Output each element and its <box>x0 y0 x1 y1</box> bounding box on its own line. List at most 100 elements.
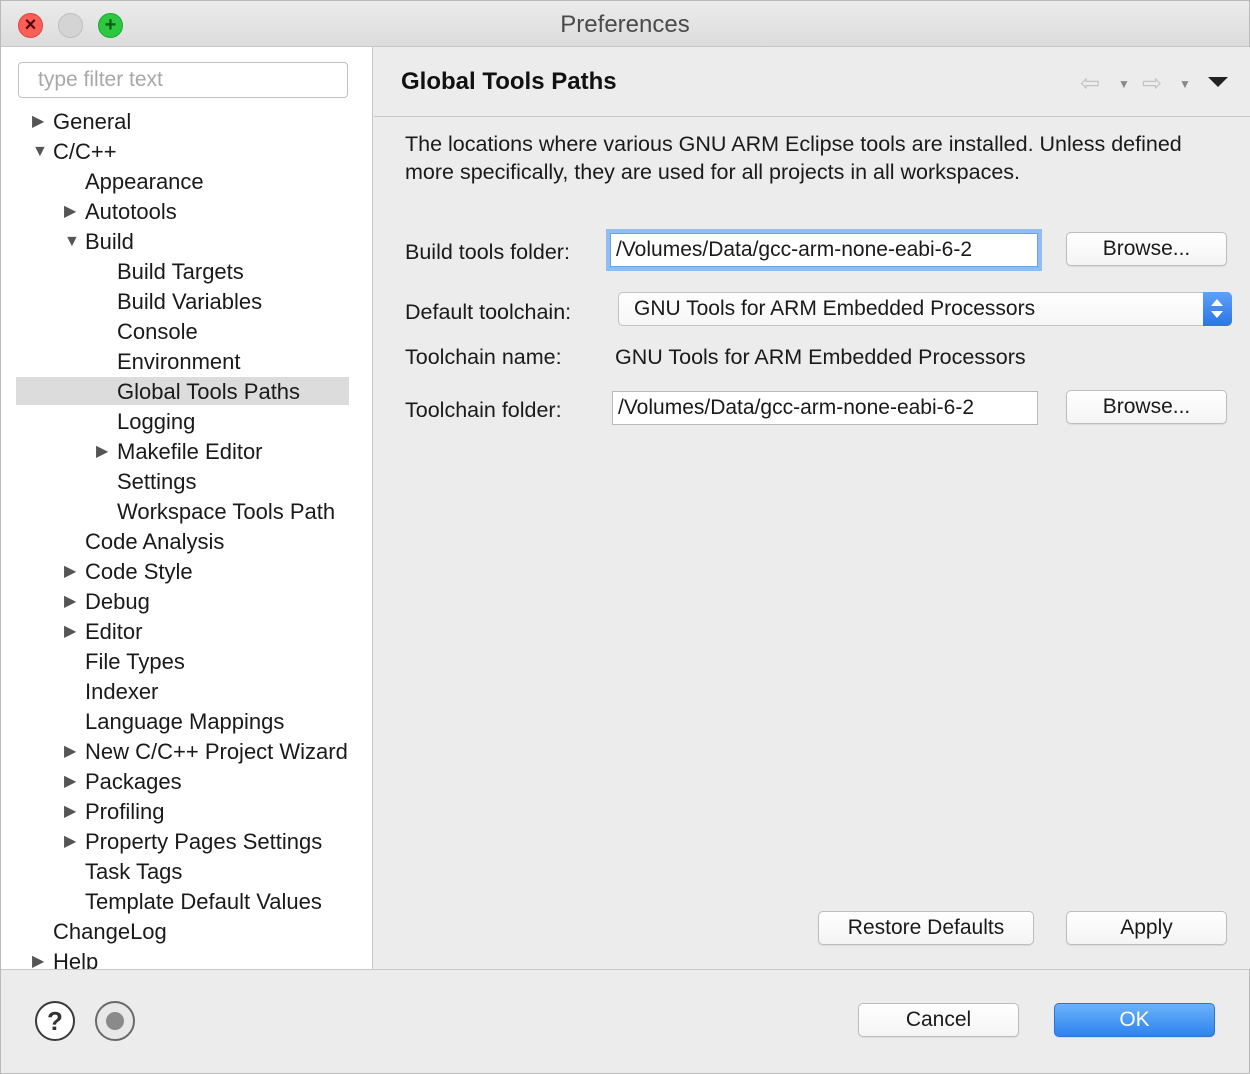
tree-item-label: File Types <box>85 649 185 674</box>
ok-button[interactable]: OK <box>1054 1003 1215 1037</box>
tree-item-label: Debug <box>85 589 150 614</box>
build-tools-folder-label: Build tools folder: <box>405 240 570 264</box>
tree-item-label: Logging <box>117 409 196 434</box>
toolchain-folder-label: Toolchain folder: <box>405 398 562 422</box>
tree-item-label: Build <box>85 229 134 254</box>
page-header: Global Tools Paths ⇦ ▼ ⇨ ▼ <box>374 47 1250 117</box>
tree-item[interactable]: Build Targets <box>1 257 372 287</box>
collapsed-arrow-icon[interactable]: ▶ <box>64 557 80 587</box>
title-bar: × + Preferences <box>1 1 1249 47</box>
dialog-footer: ? Cancel OK <box>1 969 1249 1073</box>
tree-item[interactable]: File Types <box>1 647 372 677</box>
tree-item-label: General <box>53 109 132 134</box>
filter-input[interactable] <box>18 62 348 98</box>
build-tools-browse-button[interactable]: Browse... <box>1066 232 1227 266</box>
tree-item-label: Build Targets <box>117 259 244 284</box>
tree-item[interactable]: Workspace Tools Path <box>1 497 372 527</box>
default-toolchain-select[interactable]: GNU Tools for ARM Embedded Processors <box>618 292 1232 326</box>
tree-item-label: Makefile Editor <box>117 439 263 464</box>
collapsed-arrow-icon[interactable]: ▶ <box>64 617 80 647</box>
tree-item-label: Property Pages Settings <box>85 829 323 854</box>
tree-item-label: Environment <box>117 349 241 374</box>
default-toolchain-label: Default toolchain: <box>405 300 572 324</box>
collapsed-arrow-icon[interactable]: ▶ <box>64 827 80 857</box>
preferences-window: × + Preferences ▶General▼C/C++Appearance… <box>0 0 1250 1074</box>
collapsed-arrow-icon[interactable]: ▶ <box>64 197 80 227</box>
tree-item[interactable]: Environment <box>1 347 372 377</box>
view-menu-icon[interactable] <box>1208 77 1228 87</box>
tree-item-label: Settings <box>117 469 197 494</box>
tree-item-label: Indexer <box>85 679 159 704</box>
tree-item-label: Language Mappings <box>85 709 285 734</box>
tree-item[interactable]: ▶ New C/C++ Project Wizard <box>1 737 372 767</box>
expanded-arrow-icon[interactable]: ▼ <box>64 227 80 257</box>
tree-item[interactable]: ▶ Profiling <box>1 797 372 827</box>
expanded-arrow-icon[interactable]: ▼ <box>32 137 48 167</box>
help-icon[interactable]: ? <box>35 1001 75 1041</box>
restore-defaults-button[interactable]: Restore Defaults <box>818 911 1034 945</box>
page-description: The locations where various GNU ARM Ecli… <box>405 132 1182 184</box>
select-stepper-icon <box>1203 292 1232 326</box>
tree-item[interactable]: ▶ Editor <box>1 617 372 647</box>
tree-item-label: Template Default Values <box>85 889 322 914</box>
tree-item[interactable]: Code Analysis <box>1 527 372 557</box>
default-toolchain-value: GNU Tools for ARM Embedded Processors <box>634 297 1036 320</box>
toolchain-name-value: GNU Tools for ARM Embedded Processors <box>615 345 1026 369</box>
tree-item[interactable]: Appearance <box>1 167 372 197</box>
tree-item-label: Editor <box>85 619 143 644</box>
tree-item[interactable]: Global Tools Paths <box>1 377 372 407</box>
tree-item[interactable]: ▼ C/C++ <box>1 137 372 167</box>
tree-item-label: Task Tags <box>85 859 183 884</box>
tree-item[interactable]: Build Variables <box>1 287 372 317</box>
tree-item-label: Appearance <box>85 169 204 194</box>
tree-item[interactable]: Template Default Values <box>1 887 372 917</box>
tree-item[interactable]: ▶ Help <box>1 947 372 969</box>
tree-item[interactable]: Indexer <box>1 677 372 707</box>
forward-history-dropdown[interactable]: ▼ <box>1179 77 1191 91</box>
tree-item[interactable]: ChangeLog <box>1 917 372 947</box>
tree-item[interactable]: ▶ Makefile Editor <box>1 437 372 467</box>
tree-item-label: Build Variables <box>117 289 263 314</box>
tree-item-label: Profiling <box>85 799 165 824</box>
tree-item[interactable]: Language Mappings <box>1 707 372 737</box>
window-title: Preferences <box>560 11 690 38</box>
record-macro-icon[interactable] <box>95 1001 135 1041</box>
cancel-button[interactable]: Cancel <box>858 1003 1019 1037</box>
tree-item[interactable]: ▶ Packages <box>1 767 372 797</box>
tree-item-label: Code Analysis <box>85 529 225 554</box>
tree-item[interactable]: ▶ Code Style <box>1 557 372 587</box>
tree-item-label: Code Style <box>85 559 193 584</box>
tree-item[interactable]: ▼ Build <box>1 227 372 257</box>
toolchain-name-label: Toolchain name: <box>405 345 562 369</box>
toolchain-folder-field[interactable]: /Volumes/Data/gcc-arm-none-eabi-6-2 <box>612 391 1038 425</box>
tree-item[interactable]: Console <box>1 317 372 347</box>
tree-item[interactable]: ▶ Debug <box>1 587 372 617</box>
collapsed-arrow-icon[interactable]: ▶ <box>64 587 80 617</box>
tree-item[interactable]: ▶ Autotools <box>1 197 372 227</box>
tree-item-label: Console <box>117 319 198 344</box>
tree-item-label: ChangeLog <box>53 919 167 944</box>
tree-item[interactable]: Settings <box>1 467 372 497</box>
tree-item[interactable]: ▶ General <box>1 107 372 137</box>
collapsed-arrow-icon[interactable]: ▶ <box>96 437 112 467</box>
tree-item[interactable]: ▶ Property Pages Settings <box>1 827 372 857</box>
collapsed-arrow-icon[interactable]: ▶ <box>32 947 48 969</box>
build-tools-folder-field[interactable]: /Volumes/Data/gcc-arm-none-eabi-6-2 <box>610 233 1038 267</box>
page-title: Global Tools Paths <box>401 68 617 95</box>
tree-item-label: Help <box>53 949 99 969</box>
collapsed-arrow-icon[interactable]: ▶ <box>32 107 48 137</box>
back-history-dropdown[interactable]: ▼ <box>1118 77 1130 91</box>
tree-item-label: Workspace Tools Path <box>117 499 336 524</box>
tree-item-label: Global Tools Paths <box>117 379 301 404</box>
apply-button[interactable]: Apply <box>1066 911 1227 945</box>
tree-item[interactable]: Logging <box>1 407 372 437</box>
tree-item[interactable]: Task Tags <box>1 857 372 887</box>
back-arrow-icon[interactable]: ⇦ <box>1080 69 1100 98</box>
preference-page: Global Tools Paths ⇦ ▼ ⇨ ▼ The locations… <box>374 47 1250 969</box>
preferences-tree-pane: ▶General▼C/C++Appearance▶Autotools▼Build… <box>1 47 373 969</box>
collapsed-arrow-icon[interactable]: ▶ <box>64 767 80 797</box>
collapsed-arrow-icon[interactable]: ▶ <box>64 737 80 767</box>
collapsed-arrow-icon[interactable]: ▶ <box>64 797 80 827</box>
forward-arrow-icon[interactable]: ⇨ <box>1142 69 1162 98</box>
toolchain-folder-browse-button[interactable]: Browse... <box>1066 390 1227 424</box>
